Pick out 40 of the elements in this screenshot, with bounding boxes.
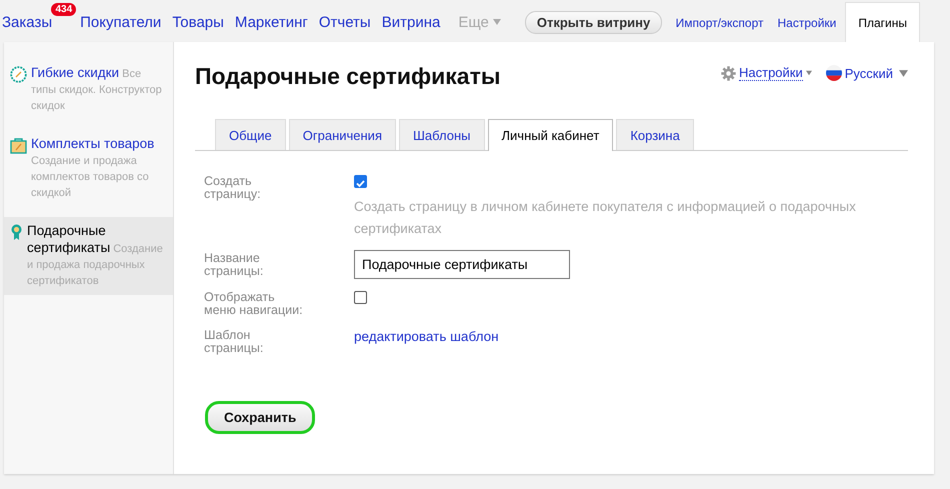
tab[interactable]: Личный кабинет: [488, 119, 614, 151]
field-label: Шаблон страницы:: [204, 327, 264, 355]
settings-link[interactable]: Настройки: [739, 65, 803, 81]
field-label: Отображать меню навигации:: [204, 289, 304, 317]
field-label: Создать страницу:: [204, 173, 262, 201]
save-button[interactable]: Сохранить: [205, 401, 316, 434]
checkbox[interactable]: [354, 291, 367, 304]
input-field[interactable]: Подарочные сертификаты: [354, 250, 570, 279]
open-storefront-button[interactable]: Открыть витрину: [524, 10, 662, 34]
nav-link[interactable]: Покупатели: [80, 14, 162, 30]
tab[interactable]: Общие: [215, 119, 286, 150]
nav-link[interactable]: Заказы: [2, 14, 52, 30]
page-title: Подарочные сертификаты: [195, 63, 500, 90]
nav-link[interactable]: Витрина: [382, 14, 440, 30]
sidebar-item[interactable]: Гибкие скидки Все типы скидок. Конструктор скидок: [4, 59, 173, 120]
field-label: Название страницы:: [204, 250, 264, 278]
caret-icon: [806, 70, 812, 76]
language-selector[interactable]: Русский: [844, 66, 893, 80]
award-icon: [10, 224, 23, 241]
hint-text: Создать страницу в личном кабинете покупателя с информацией о подарочных сертификатах: [354, 198, 857, 238]
nav-tab[interactable]: Плагины: [845, 2, 920, 42]
discount-icon: [10, 66, 27, 83]
nav-link[interactable]: Импорт/экспорт: [668, 3, 771, 42]
count-badge: 434: [51, 2, 76, 16]
sidebar-item[interactable]: Комплекты товаров Создание и продажа комплектов товаров со скидкой: [4, 130, 173, 207]
edit-template-link[interactable]: редактировать шаблон: [354, 329, 499, 344]
tab[interactable]: Шаблоны: [399, 119, 484, 150]
flag-icon: [826, 65, 842, 81]
settings-icon: [721, 66, 736, 80]
sidebar-item[interactable]: Подарочные сертификаты Создание и продажа подарочных сертификатов: [4, 217, 173, 295]
bag-icon: [10, 137, 27, 154]
tab[interactable]: Ограничения: [288, 119, 396, 150]
caret-icon: [492, 19, 501, 25]
caret-icon: [899, 70, 908, 76]
nav-link[interactable]: Отчеты: [318, 14, 371, 30]
tab[interactable]: Корзина: [616, 119, 694, 150]
nav-link[interactable]: Товары: [172, 14, 224, 30]
nav-link[interactable]: Настройки: [770, 3, 844, 42]
checkbox[interactable]: [354, 175, 367, 188]
nav-link[interactable]: Маркетинг: [234, 14, 308, 30]
